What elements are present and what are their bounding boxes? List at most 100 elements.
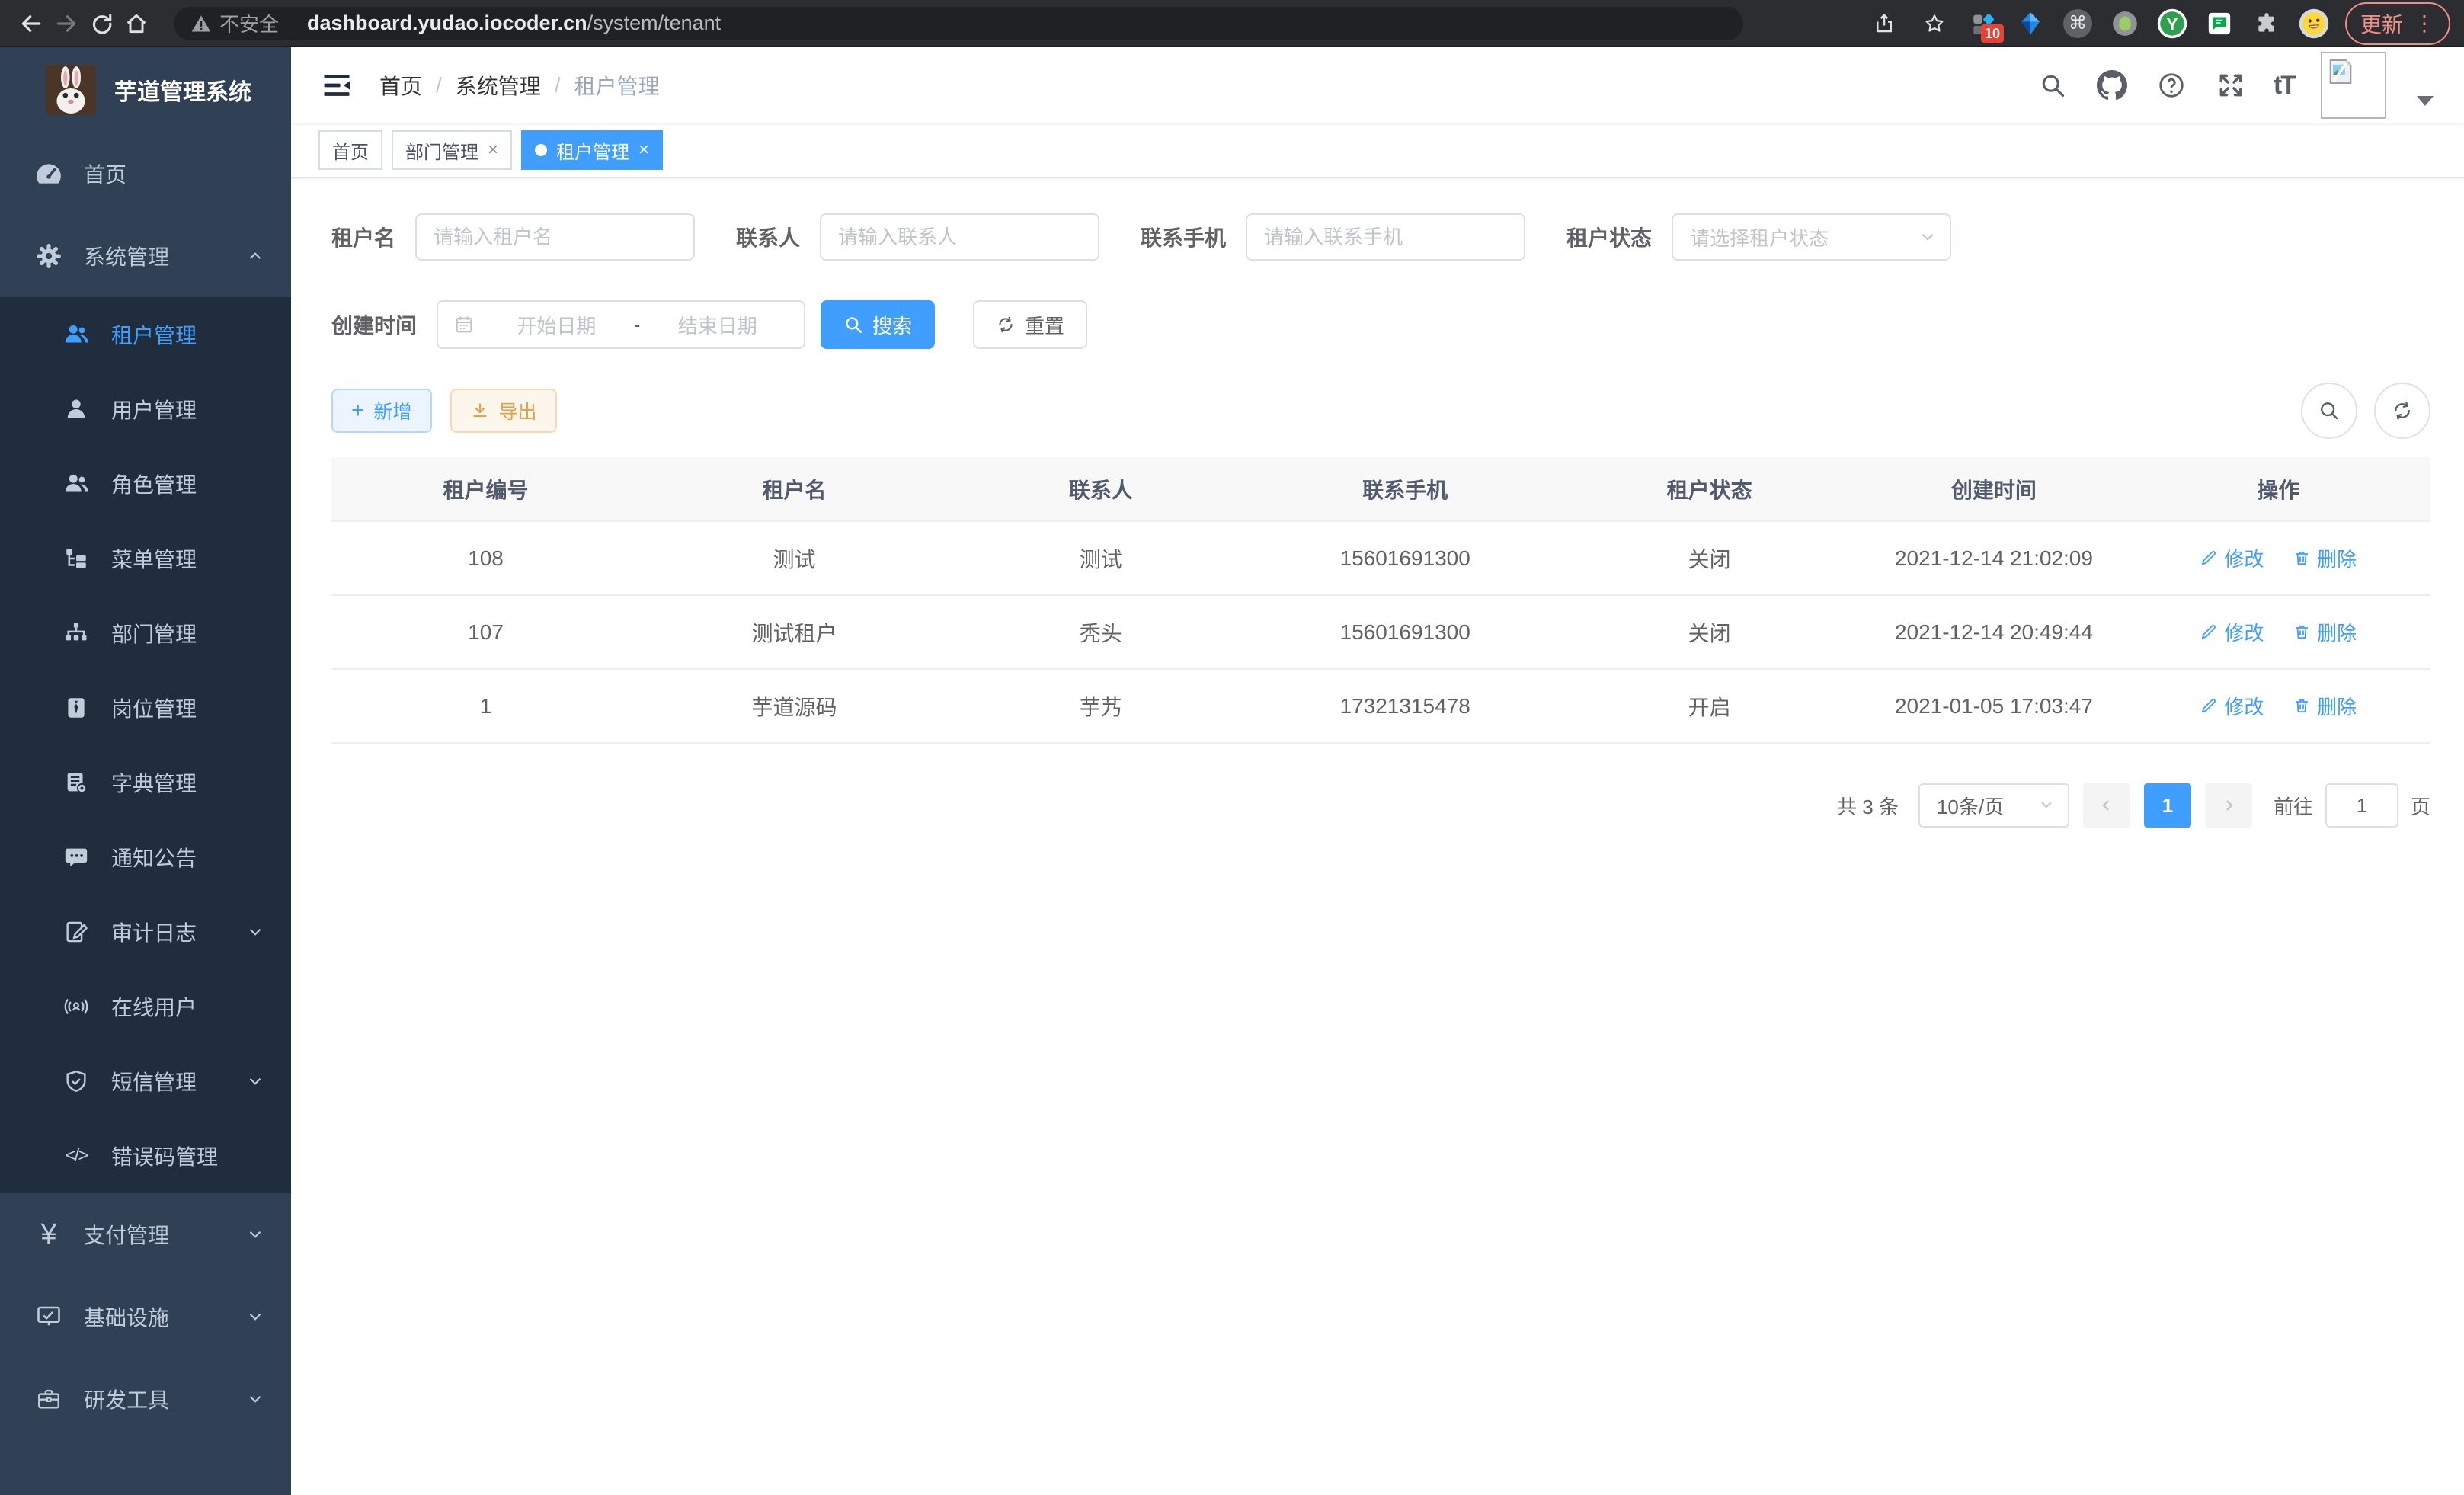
- org-chart-icon: [59, 616, 93, 650]
- end-date-placeholder: 结束日期: [646, 311, 789, 339]
- chevron-up-icon: [245, 246, 265, 266]
- tag-tenant[interactable]: 租户管理 ×: [521, 130, 663, 170]
- delete-button[interactable]: 删除: [2293, 692, 2357, 720]
- extension-chat-icon[interactable]: [2203, 8, 2235, 40]
- sidebar-item-online-users[interactable]: 在线用户: [0, 969, 291, 1044]
- help-icon[interactable]: [2155, 69, 2188, 102]
- search-button[interactable]: 搜索: [821, 300, 935, 349]
- header-search-icon[interactable]: [2036, 69, 2069, 102]
- browser-forward-icon[interactable]: [49, 6, 84, 41]
- delete-button[interactable]: 删除: [2293, 618, 2357, 646]
- tag-dept[interactable]: 部门管理 ×: [392, 130, 512, 170]
- sidebar-item-dev-tools[interactable]: 研发工具: [0, 1358, 291, 1440]
- next-page-button[interactable]: [2205, 783, 2252, 828]
- sidebar-item-sms[interactable]: 短信管理: [0, 1044, 291, 1119]
- extension-kanban-icon[interactable]: 10: [1967, 8, 1999, 40]
- browser-back-icon[interactable]: [14, 6, 49, 41]
- font-size-icon[interactable]: tT: [2274, 71, 2295, 101]
- trash-icon: [2293, 549, 2311, 567]
- table-row: 1 芋道源码 芋艿 17321315478 开启 2021-01-05 17:0…: [331, 669, 2430, 743]
- extensions-puzzle-icon[interactable]: [2251, 8, 2283, 40]
- contact-label: 联系人: [736, 222, 800, 252]
- close-icon[interactable]: ×: [488, 139, 498, 161]
- breadcrumb-home[interactable]: 首页: [379, 70, 422, 101]
- edit-pencil-icon: [2200, 623, 2218, 641]
- sidebar-toggle-icon[interactable]: [314, 62, 360, 108]
- broadcast-user-icon: [59, 990, 93, 1023]
- status-value: 开启: [1557, 669, 1861, 743]
- pagination: 共 3 条 10条/页 1 前往 页: [331, 783, 2430, 828]
- bookmark-star-icon[interactable]: [1917, 6, 1952, 41]
- briefcase-icon: [32, 1382, 66, 1416]
- fullscreen-icon[interactable]: [2214, 69, 2248, 102]
- app-logo[interactable]: 芋道管理系统: [0, 47, 291, 133]
- mobile-label: 联系手机: [1141, 222, 1226, 252]
- table-refresh-icon[interactable]: [2374, 383, 2430, 439]
- tag-home[interactable]: 首页: [318, 130, 382, 170]
- sidebar-item-role[interactable]: 角色管理: [0, 447, 291, 521]
- delete-button[interactable]: 删除: [2293, 544, 2357, 572]
- extension-record-icon[interactable]: [2109, 8, 2141, 40]
- page-unit-label: 页: [2411, 792, 2430, 820]
- sidebar-item-dept[interactable]: 部门管理: [0, 596, 291, 671]
- extension-command-icon[interactable]: ⌘: [2062, 8, 2094, 40]
- goto-page-input[interactable]: [2325, 783, 2398, 828]
- sidebar-item-pay[interactable]: ¥ 支付管理: [0, 1193, 291, 1276]
- extension-y-icon[interactable]: Y: [2156, 8, 2188, 40]
- tenant-name-input[interactable]: [415, 213, 695, 261]
- sidebar-item-home[interactable]: 首页: [0, 133, 291, 215]
- close-icon[interactable]: ×: [638, 139, 649, 161]
- export-button[interactable]: 导出: [450, 389, 557, 433]
- table-row: 107 测试租户 秃头 15601691300 关闭 2021-12-14 20…: [331, 595, 2430, 669]
- date-range-picker[interactable]: 开始日期 - 结束日期: [437, 300, 805, 349]
- browser-reload-icon[interactable]: [84, 6, 119, 41]
- share-icon[interactable]: [1867, 6, 1902, 41]
- tenant-name-label: 租户名: [331, 222, 395, 252]
- sidebar-item-infra[interactable]: 基础设施: [0, 1276, 291, 1358]
- page-size-select[interactable]: 10条/页: [1918, 783, 2069, 828]
- logo-rabbit-image: [46, 65, 96, 115]
- sidebar-item-system[interactable]: 系统管理: [0, 215, 291, 297]
- sidebar-item-error-code[interactable]: </> 错误码管理: [0, 1119, 291, 1193]
- avatar-caret-icon[interactable]: [2417, 96, 2434, 106]
- chevron-down-icon: [245, 1071, 265, 1091]
- sidebar-item-audit-log[interactable]: 审计日志: [0, 895, 291, 969]
- address-bar[interactable]: 不安全 dashboard.yudao.iocoder.cn /system/t…: [174, 7, 1743, 40]
- sidebar-item-tenant[interactable]: 租户管理: [0, 297, 291, 372]
- journal-edit-icon: [59, 915, 93, 949]
- prev-page-button[interactable]: [2083, 783, 2130, 828]
- sidebar-item-user[interactable]: 用户管理: [0, 372, 291, 447]
- github-icon[interactable]: [2095, 69, 2129, 102]
- status-value: 关闭: [1557, 595, 1861, 669]
- add-button[interactable]: + 新增: [331, 389, 432, 433]
- status-select[interactable]: 请选择租户状态: [1672, 213, 1951, 261]
- col-tenant-id: 租户编号: [331, 457, 640, 521]
- total-count: 共 3 条: [1837, 792, 1899, 820]
- contact-input[interactable]: [820, 213, 1099, 261]
- profile-avatar-icon[interactable]: [2298, 8, 2330, 40]
- browser-home-icon[interactable]: [119, 6, 154, 41]
- breadcrumb-system[interactable]: 系统管理: [456, 70, 541, 101]
- status-label: 租户状态: [1566, 222, 1652, 252]
- sidebar-item-notice[interactable]: 通知公告: [0, 820, 291, 895]
- sidebar-item-menu[interactable]: 菜单管理: [0, 521, 291, 596]
- plus-icon: +: [351, 399, 365, 422]
- chevron-down-icon: [245, 922, 265, 942]
- edit-button[interactable]: 修改: [2200, 544, 2264, 572]
- browser-menu-dots-icon[interactable]: ⋮: [2414, 11, 2435, 36]
- badge-icon: [59, 691, 93, 725]
- sidebar-item-post[interactable]: 岗位管理: [0, 671, 291, 745]
- extension-kite-icon[interactable]: [2014, 8, 2046, 40]
- sidebar-item-dict[interactable]: 字典管理: [0, 745, 291, 820]
- mobile-input[interactable]: [1246, 213, 1525, 261]
- edit-button[interactable]: 修改: [2200, 618, 2264, 646]
- security-warning-icon[interactable]: [190, 13, 212, 34]
- table-search-toggle-icon[interactable]: [2301, 383, 2357, 439]
- shield-check-icon: [59, 1064, 93, 1098]
- avatar[interactable]: [2321, 52, 2386, 119]
- edit-button[interactable]: 修改: [2200, 692, 2264, 720]
- browser-update-button[interactable]: 更新 ⋮: [2345, 2, 2450, 45]
- monitor-check-icon: [32, 1300, 66, 1333]
- current-page-button[interactable]: 1: [2144, 783, 2191, 828]
- reset-button[interactable]: 重置: [973, 300, 1087, 349]
